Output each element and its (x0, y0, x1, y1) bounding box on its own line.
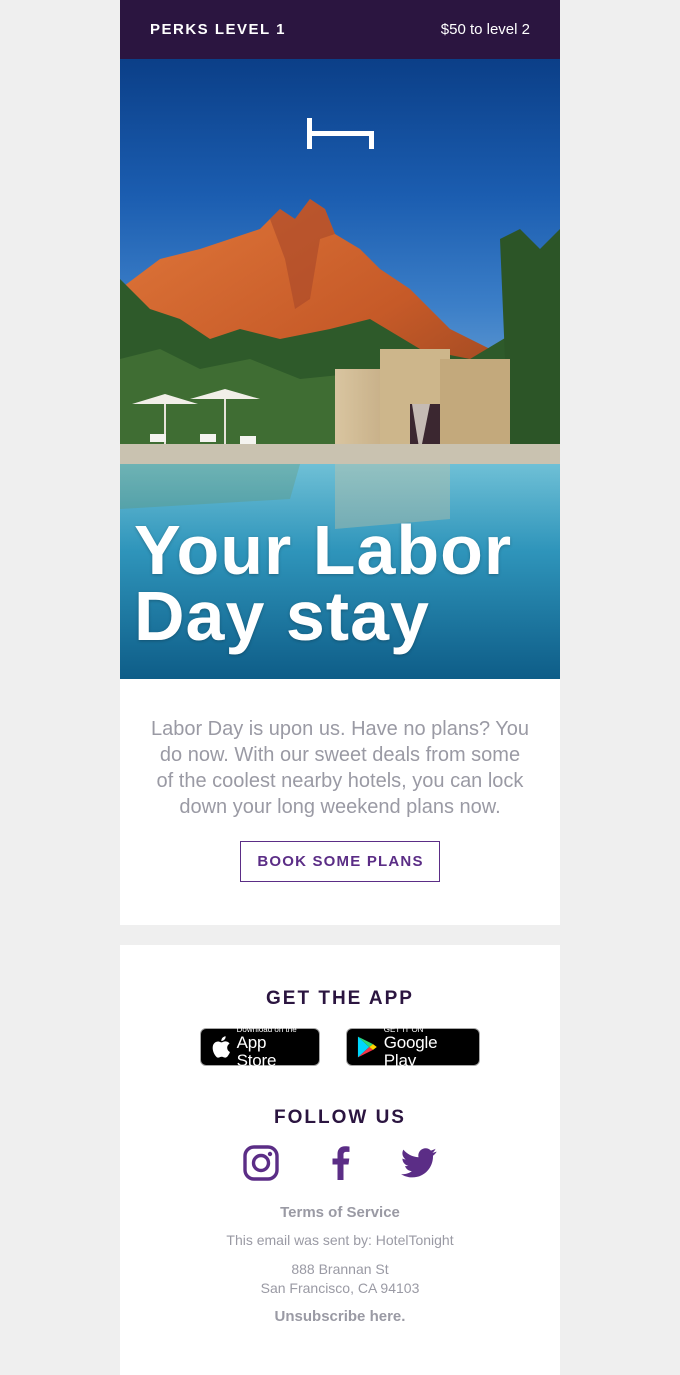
hoteltonight-bed-logo-icon (307, 118, 374, 149)
twitter-link[interactable] (401, 1147, 437, 1183)
perks-progress-text: $50 to level 2 (440, 21, 530, 38)
apple-icon (212, 1036, 230, 1058)
google-play-icon (357, 1036, 377, 1058)
twitter-icon (401, 1147, 437, 1177)
hero-title-line-1: Your Labor (134, 511, 513, 589)
facebook-link[interactable] (329, 1145, 351, 1185)
facebook-icon (332, 1145, 350, 1180)
email-container: PERKS LEVEL 1 $50 to level 2 Your Labor … (120, 0, 560, 1375)
address-line-1: 888 Brannan St (291, 1261, 389, 1277)
hero-title: Your Labor Day stay (134, 511, 554, 655)
content-card: Labor Day is upon us. Have no plans? You… (120, 679, 560, 925)
follow-us-heading: FOLLOW US (274, 1107, 406, 1128)
app-store-big-text: App Store (236, 1032, 277, 1070)
book-some-plans-button[interactable]: BOOK SOME PLANS (240, 841, 440, 882)
hero-title-line-2: Day stay (134, 577, 430, 655)
unsubscribe-link[interactable]: Unsubscribe here. (275, 1308, 406, 1325)
get-the-app-heading: GET THE APP (266, 988, 414, 1009)
instagram-link[interactable] (243, 1144, 279, 1186)
instagram-icon (243, 1144, 279, 1181)
perks-header-bar: PERKS LEVEL 1 $50 to level 2 (120, 0, 560, 59)
terms-of-service-link[interactable]: Terms of Service (280, 1204, 400, 1221)
address-line-2: San Francisco, CA 94103 (260, 1280, 420, 1296)
social-links (120, 1144, 560, 1186)
app-store-badge[interactable]: Download on the App Store (200, 1025, 320, 1069)
google-play-big-text: Google Play (383, 1032, 438, 1070)
app-badges: Download on the App Store GET IT ON Goog… (120, 1025, 560, 1069)
sent-by-text: This email was sent by: HotelTonight (226, 1232, 454, 1248)
footer-card: GET THE APP Download on the App Store GE… (120, 945, 560, 1375)
google-play-badge[interactable]: GET IT ON Google Play (346, 1025, 480, 1069)
perks-level-label: PERKS LEVEL 1 (150, 21, 286, 38)
hero-banner[interactable]: Your Labor Day stay (120, 59, 560, 679)
intro-text: Labor Day is upon us. Have no plans? You… (150, 718, 530, 818)
